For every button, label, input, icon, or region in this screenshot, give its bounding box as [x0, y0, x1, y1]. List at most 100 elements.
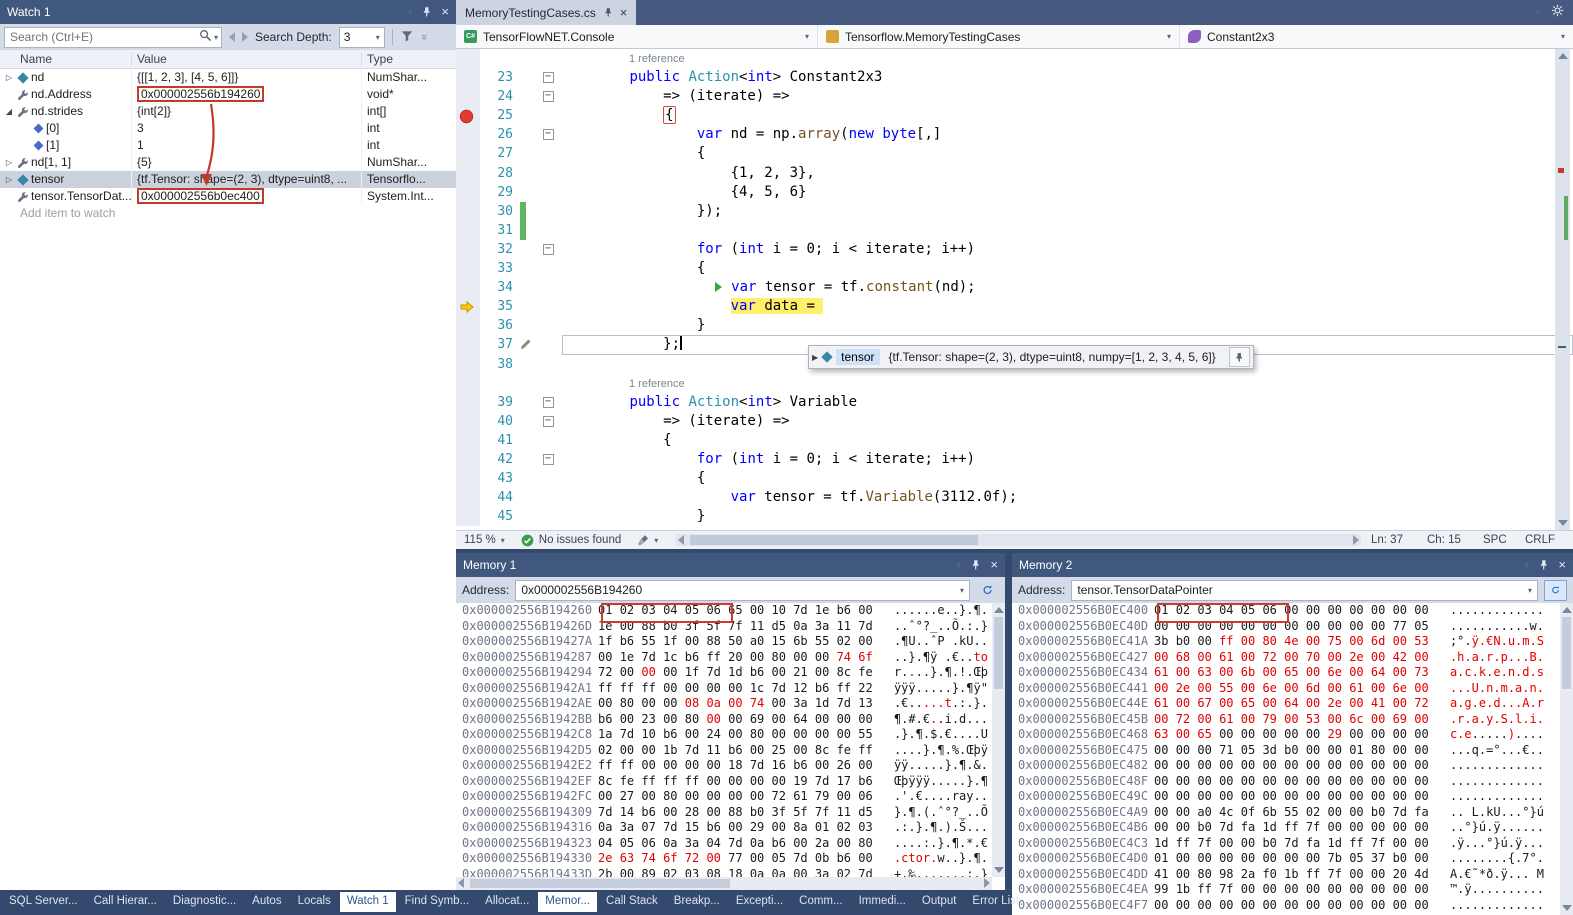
project-dropdown[interactable]: C# TensorFlowNET.Console ▾ [456, 25, 818, 48]
bottom-tab-locals[interactable]: Locals [291, 892, 338, 912]
code-line-42[interactable]: 42 for (int i = 0; i < iterate; i++) [456, 450, 1573, 469]
code-line-23[interactable]: 23 public Action<int> Constant2x3 [456, 68, 1573, 87]
pin-icon[interactable] [421, 6, 432, 18]
bottom-tab-allocat-[interactable]: Allocat... [478, 892, 536, 912]
window-position-icon[interactable]: ▾ [1525, 560, 1530, 571]
watch-row-tensor.TensorDat...[interactable]: tensor.TensorDat...0x000002556b0ec400Sys… [0, 188, 456, 205]
breakpoint-margin[interactable] [456, 49, 480, 68]
scroll-up-icon[interactable] [1562, 607, 1572, 613]
memory1-address-input[interactable]: 0x000002556B194260 ▾ [515, 580, 970, 601]
breakpoint-margin[interactable] [456, 374, 480, 393]
breakpoint-margin[interactable] [456, 316, 480, 335]
watch-grid-header[interactable]: Name Value Type [0, 50, 456, 69]
breakpoint-margin[interactable] [456, 106, 480, 125]
code-line-35[interactable]: 35 var data = [456, 297, 1573, 316]
expand-icon[interactable]: ▷ [3, 154, 15, 171]
breakpoint-margin[interactable] [456, 125, 480, 144]
memory1-hex-dump[interactable]: 0x000002556B19426001 02 03 04 05 06 65 0… [456, 603, 1005, 890]
close-icon[interactable]: × [1558, 560, 1566, 570]
bottom-tab-comm-[interactable]: Comm... [792, 892, 849, 912]
search-icon[interactable] [199, 29, 212, 45]
breakpoint-margin[interactable] [456, 278, 480, 297]
search-input[interactable] [8, 29, 199, 45]
member-dropdown[interactable]: Constant2x3 ▾ [1180, 25, 1573, 48]
code-health-indicator[interactable]: No issues found [513, 534, 629, 547]
fold-collapse-icon[interactable] [543, 72, 554, 83]
breakpoint-margin[interactable] [456, 412, 480, 431]
code-line-33[interactable]: 33 { [456, 259, 1573, 278]
code-line-40[interactable]: 40 => (iterate) => [456, 412, 1573, 431]
scrollbar-thumb[interactable] [690, 535, 978, 545]
bottom-tab-excepti-[interactable]: Excepti... [729, 892, 790, 912]
breakpoint-margin[interactable] [456, 87, 480, 106]
breakpoint-margin[interactable] [456, 431, 480, 450]
tab-list-chevron-icon[interactable]: ▾ [1535, 7, 1540, 18]
codelens-references[interactable]: 1 reference [629, 53, 685, 65]
column-header-value[interactable]: Value [132, 52, 362, 66]
breakpoint-margin[interactable] [456, 259, 480, 278]
watch-row-tensor[interactable]: ▷tensor{tf.Tensor: shape=(2, 3), dtype=u… [0, 171, 456, 188]
search-input-wrap[interactable]: ▾ [4, 27, 222, 48]
memory2-vertical-scrollbar[interactable] [1560, 603, 1573, 915]
scrollbar-thumb[interactable] [1562, 617, 1571, 689]
watch-row-nd[interactable]: ▷nd{[[1, 2, 3], [4, 5, 6]]}NumShar... [0, 69, 456, 86]
bottom-tab-memor-[interactable]: Memor... [538, 892, 597, 912]
bottom-tab-call-hierar-[interactable]: Call Hierar... [87, 892, 164, 912]
collapse-icon[interactable]: ◢ [3, 103, 15, 120]
window-position-icon[interactable]: ▾ [957, 560, 962, 571]
scroll-down-icon[interactable] [994, 867, 1004, 873]
scroll-up-icon[interactable] [994, 607, 1004, 613]
code-line-25[interactable]: 25 { [456, 106, 1573, 125]
datatip-tooltip[interactable]: ▶ tensor {tf.Tensor: shape=(2, 3), dtype… [808, 345, 1254, 369]
breakpoint-margin[interactable] [456, 164, 480, 183]
code-line-26[interactable]: 26 var nd = np.array(new byte[,] [456, 125, 1573, 144]
column-header-name[interactable]: Name [0, 52, 132, 66]
breakpoint-margin[interactable] [456, 297, 480, 316]
scrollbar-thumb[interactable] [470, 879, 730, 888]
expand-icon[interactable]: ▷ [3, 171, 15, 188]
watch-row-[1][interactable]: [1]1int [0, 137, 456, 154]
window-position-icon[interactable]: ▾ [408, 7, 413, 18]
bottom-tab-watch-1[interactable]: Watch 1 [340, 892, 396, 912]
memory1-title-bar[interactable]: Memory 1 ▾ × [456, 553, 1005, 577]
fold-collapse-icon[interactable] [543, 244, 554, 255]
breakpoint-margin[interactable] [456, 221, 480, 240]
fold-collapse-icon[interactable] [543, 416, 554, 427]
tab-close-icon[interactable]: × [620, 8, 628, 18]
code-editor[interactable]: 1 reference 23 public Action<int> Constan… [456, 49, 1573, 530]
codelens-row[interactable]: 1 reference [456, 49, 1573, 68]
code-line-41[interactable]: 41 { [456, 431, 1573, 450]
code-line-39[interactable]: 39 public Action<int> Variable [456, 393, 1573, 412]
memory1-vertical-scrollbar[interactable] [992, 603, 1005, 877]
close-icon[interactable]: × [441, 7, 449, 17]
codelens-references[interactable]: 1 reference [629, 378, 685, 390]
watch-row-nd[1, 1][interactable]: ▷nd[1, 1]{5}NumShar... [0, 154, 456, 171]
memory2-address-input[interactable]: tensor.TensorDataPointer ▾ [1071, 580, 1538, 601]
watch-row-nd.Address[interactable]: nd.Address0x000002556b194260void* [0, 86, 456, 103]
bottom-tab-immedi-[interactable]: Immedi... [852, 892, 913, 912]
code-line-43[interactable]: 43 { [456, 469, 1573, 488]
memory1-horizontal-scrollbar[interactable] [456, 877, 992, 890]
tab-pin-icon[interactable] [603, 7, 613, 18]
bottom-tab-call-stack[interactable]: Call Stack [599, 892, 665, 912]
expand-icon[interactable]: ▶ [812, 353, 818, 362]
bottom-tab-diagnostic-[interactable]: Diagnostic... [166, 892, 243, 912]
code-line-36[interactable]: 36 } [456, 316, 1573, 335]
breakpoint-margin[interactable] [456, 183, 480, 202]
bottom-tab-sql-server-[interactable]: SQL Server... [2, 892, 85, 912]
watch-row-[0][interactable]: [0]3int [0, 120, 456, 137]
breakpoint-margin[interactable] [456, 488, 480, 507]
search-next-button[interactable] [242, 32, 248, 42]
toolbar-overflow-icon[interactable]: » [418, 34, 430, 40]
datatip-pin-button[interactable] [1229, 347, 1250, 367]
scrollbar-thumb[interactable] [994, 617, 1003, 689]
breakpoint-margin[interactable] [456, 393, 480, 412]
codelens-row[interactable]: 1 reference [456, 374, 1573, 393]
code-line-29[interactable]: 29 {4, 5, 6} [456, 183, 1573, 202]
scroll-down-icon[interactable] [1558, 520, 1568, 526]
filter-icon[interactable] [400, 29, 414, 46]
scroll-down-icon[interactable] [1562, 905, 1572, 911]
search-options-chevron-icon[interactable]: ▾ [214, 33, 218, 42]
fold-collapse-icon[interactable] [543, 91, 554, 102]
code-line-45[interactable]: 45 } [456, 507, 1573, 526]
